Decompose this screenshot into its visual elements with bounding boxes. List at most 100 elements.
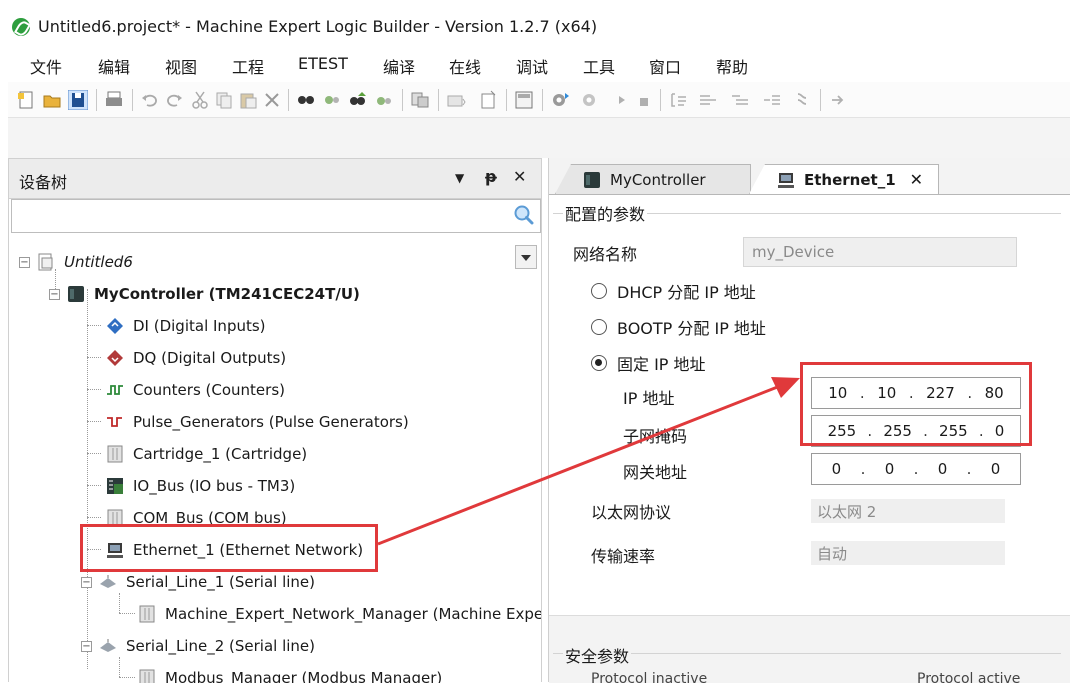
device-add-icon[interactable] — [446, 90, 466, 110]
redo-icon[interactable] — [164, 90, 184, 110]
object-add-icon[interactable] — [478, 90, 498, 110]
device-tree-search — [11, 199, 541, 233]
menu-edit[interactable]: 编辑 — [98, 54, 130, 78]
tab-label: MyController — [610, 170, 706, 189]
step-into-icon[interactable] — [730, 90, 750, 110]
tree-item-network-manager[interactable]: Machine_Expert_Network_Manager (Machine … — [137, 599, 541, 629]
device-tree: − Untitled6 − MyController (TM241CEC24T/… — [9, 241, 541, 683]
search-icon[interactable] — [512, 204, 534, 226]
menu-project[interactable]: 工程 — [232, 54, 264, 78]
fixed-ip-label: 固定 IP 地址 — [617, 355, 706, 374]
ip-octet: 0 — [884, 460, 895, 478]
network-manager-icon — [139, 605, 155, 623]
undo-icon[interactable] — [140, 90, 160, 110]
breakpoint-icon[interactable] — [668, 90, 688, 110]
menu-debug[interactable]: 调试 — [516, 54, 548, 78]
app-logo-icon — [12, 18, 30, 36]
radio-button[interactable] — [591, 319, 607, 335]
tree-item-dq[interactable]: DQ (Digital Outputs) — [105, 343, 286, 373]
transfer-rate-label: 传输速率 — [591, 547, 656, 566]
gateway-label: 网关地址 — [623, 463, 688, 482]
panel-menu-icon[interactable]: ▼ — [455, 171, 464, 185]
ip-octet: 0 — [937, 460, 948, 478]
bootp-radio[interactable]: BOOTP 分配 IP 地址 — [591, 315, 766, 339]
tree-item-label: Pulse_Generators (Pulse Generators) — [133, 413, 409, 431]
radio-button[interactable] — [591, 283, 607, 299]
tab-label: Ethernet_1 — [804, 170, 896, 189]
find-replace-icon[interactable] — [322, 90, 342, 110]
gateway-input[interactable]: 0. 0. 0. 0 — [811, 453, 1021, 485]
find-prev-icon[interactable] — [374, 90, 394, 110]
tree-item-io-bus[interactable]: IO_Bus (IO bus - TM3) — [105, 471, 295, 501]
device-tree-panel: 设备树 ▼ ᵽ ✕ − Untitled6 − MyController (TM… — [8, 158, 542, 683]
collapse-icon[interactable]: − — [19, 256, 30, 268]
menu-window[interactable]: 窗口 — [649, 54, 681, 78]
pulse-generators-icon — [107, 417, 122, 427]
tree-item-cartridge[interactable]: Cartridge_1 (Cartridge) — [105, 439, 307, 469]
pin-icon[interactable]: ᵽ — [485, 167, 497, 186]
serial-line-icon — [100, 639, 116, 652]
stop-icon[interactable] — [634, 90, 654, 110]
logout-icon[interactable] — [580, 90, 600, 110]
close-tab-icon[interactable]: ✕ — [910, 170, 923, 189]
find-next-icon[interactable] — [348, 90, 368, 110]
login-icon[interactable] — [550, 90, 570, 110]
tab-mycontroller[interactable]: MyController — [555, 164, 751, 194]
close-icon[interactable]: ✕ — [513, 167, 526, 186]
tree-root[interactable]: − Untitled6 — [19, 247, 133, 277]
menu-online[interactable]: 在线 — [449, 54, 481, 78]
network-name-label: 网络名称 — [573, 245, 638, 264]
ip-octet: 0 — [831, 460, 842, 478]
manage-icon[interactable] — [410, 90, 430, 110]
step-out-icon[interactable] — [762, 90, 782, 110]
menu-build[interactable]: 编译 — [383, 54, 415, 78]
copy-icon[interactable] — [214, 90, 234, 110]
find-icon[interactable] — [296, 90, 316, 110]
project-icon — [38, 253, 53, 271]
tree-item-mycontroller[interactable]: − MyController (TM241CEC24T/U) — [49, 279, 360, 309]
toolbar — [8, 82, 1070, 118]
protocol-inactive-header: Protocol inactive — [591, 671, 708, 687]
menu-tools[interactable]: 工具 — [583, 54, 615, 78]
cut-icon[interactable] — [190, 90, 210, 110]
step-over-icon[interactable] — [698, 90, 718, 110]
menu-file[interactable]: 文件 — [30, 54, 62, 78]
fixed-ip-radio[interactable]: 固定 IP 地址 — [591, 351, 706, 375]
radio-button-selected[interactable] — [591, 355, 607, 371]
device-tree-title: 设备树 — [19, 173, 68, 192]
menu-etest[interactable]: ETEST — [298, 54, 348, 73]
debug-icon[interactable] — [792, 90, 812, 110]
ip-highlight-box — [800, 362, 1032, 446]
bootp-label: BOOTP 分配 IP 地址 — [617, 319, 766, 338]
protocol-active-header: Protocol active — [917, 671, 1021, 687]
menu-view[interactable]: 视图 — [165, 54, 197, 78]
menu-help[interactable]: 帮助 — [716, 54, 748, 78]
collapse-icon[interactable]: − — [81, 640, 92, 652]
print-icon[interactable] — [104, 90, 124, 110]
cartridge-icon — [107, 445, 123, 463]
tree-item-di[interactable]: DI (Digital Inputs) — [105, 311, 266, 341]
tree-item-label: Serial_Line_1 (Serial line) — [126, 573, 316, 591]
tab-ethernet[interactable]: Ethernet_1 ✕ — [749, 164, 939, 194]
new-project-icon[interactable] — [16, 90, 36, 110]
delete-icon[interactable] — [262, 90, 282, 110]
collapse-icon[interactable]: − — [49, 288, 60, 300]
toolbar-strip — [8, 118, 1070, 158]
tree-item-pulse-generators[interactable]: Pulse_Generators (Pulse Generators) — [105, 407, 409, 437]
run-icon[interactable] — [612, 90, 632, 110]
menu-bar: 文件 编辑 视图 工程 ETEST 编译 在线 调试 工具 窗口 帮助 — [8, 46, 1070, 82]
tree-item-label: DQ (Digital Outputs) — [133, 349, 287, 367]
dhcp-radio[interactable]: DHCP 分配 IP 地址 — [591, 279, 756, 303]
controller-icon — [584, 171, 600, 188]
calculator-icon[interactable] — [514, 90, 534, 110]
search-input[interactable] — [14, 202, 504, 230]
tree-item-modbus-manager[interactable]: Modbus_Manager (Modbus Manager) — [137, 663, 442, 683]
jump-icon[interactable] — [828, 90, 848, 110]
paste-icon[interactable] — [238, 90, 258, 110]
save-icon[interactable] — [68, 90, 88, 110]
tree-item-serial-line-2[interactable]: − Serial_Line_2 (Serial line) — [81, 631, 315, 661]
tree-item-counters[interactable]: Counters (Counters) — [105, 375, 285, 405]
open-folder-icon[interactable] — [42, 90, 62, 110]
ethernet-highlight-box — [80, 524, 378, 572]
collapse-icon[interactable]: − — [81, 576, 92, 588]
